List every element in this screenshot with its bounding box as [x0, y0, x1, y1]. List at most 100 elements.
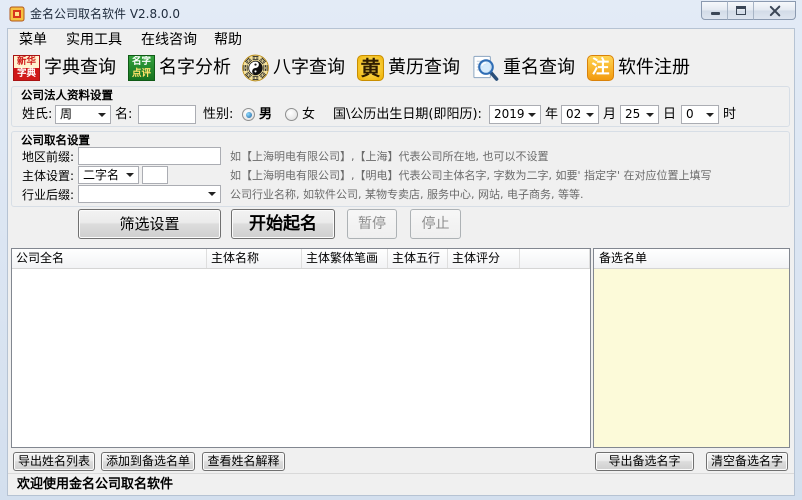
- maximize-icon: [736, 6, 746, 15]
- year-unit-label: 年: [545, 107, 559, 122]
- toolbar-dictionary-label: 字典查询: [44, 57, 116, 78]
- industry-suffix-combobox[interactable]: [78, 185, 221, 203]
- toolbar-almanac-button[interactable]: 黄 黄历查询: [356, 53, 460, 83]
- toolbar-bazi-button[interactable]: 八字查询: [241, 53, 345, 83]
- maximize-button[interactable]: [727, 1, 754, 20]
- toolbar-name-analysis-label: 名字分析: [159, 57, 231, 78]
- menu-item-menu[interactable]: 菜单: [17, 31, 49, 49]
- toolbar-almanac-label: 黄历查询: [388, 57, 460, 78]
- gender-label: 性别:: [203, 107, 234, 122]
- close-icon: [769, 5, 781, 17]
- region-prefix-label: 地区前缀:: [22, 150, 75, 164]
- given-name-label: 名:: [115, 107, 133, 122]
- menu-item-online-consult[interactable]: 在线咨询: [139, 31, 199, 49]
- birth-date-label: 国\公历出生日期(即阳历):: [333, 107, 482, 122]
- dictionary-icon-bottom-text: 字典: [14, 68, 39, 80]
- shortlist-panel[interactable]: 备选名单: [593, 248, 790, 448]
- toolbar-register-label: 软件注册: [618, 57, 690, 78]
- gender-radio-male[interactable]: 男: [242, 106, 272, 123]
- minimize-button[interactable]: [701, 1, 728, 20]
- export-name-list-button[interactable]: 导出姓名列表: [13, 452, 95, 471]
- app-logo-icon: [9, 6, 25, 22]
- add-to-shortlist-button[interactable]: 添加到备选名单: [101, 452, 195, 471]
- industry-suffix-hint: 公司行业名称, 如软件公司, 某物专卖店, 服务中心, 网站, 电子商务, 等等…: [230, 188, 584, 201]
- main-length-value: 二字名: [83, 168, 120, 182]
- clear-shortlist-button[interactable]: 清空备选名字: [706, 452, 788, 471]
- chevron-down-icon: [528, 113, 536, 117]
- filter-settings-button[interactable]: 筛选设置: [78, 209, 221, 239]
- pause-button[interactable]: 暂停: [347, 209, 397, 239]
- register-icon: 注: [586, 54, 615, 82]
- chevron-down-icon: [126, 173, 134, 177]
- name-review-icon-bottom-text: 点评: [131, 68, 151, 79]
- shortlist-header: 备选名单: [594, 249, 789, 269]
- dictionary-icon: 新华 字典: [12, 54, 41, 82]
- magnifier-icon: [471, 54, 500, 82]
- minimize-icon: [711, 12, 720, 15]
- legal-person-group-title: 公司法人资料设置: [21, 88, 113, 102]
- region-prefix-hint: 如【上海明电有限公司】,【上海】代表公司所在地, 也可以不设置: [230, 150, 549, 163]
- status-bar: 欢迎使用金名公司取名软件: [8, 473, 794, 495]
- column-header-main-name[interactable]: 主体名称: [207, 249, 302, 268]
- radio-circle: [242, 108, 255, 121]
- shortlist-body[interactable]: [594, 269, 789, 447]
- name-review-icon: 名字 点评: [127, 54, 156, 82]
- column-header-filler: [520, 249, 590, 268]
- chevron-down-icon: [586, 113, 594, 117]
- toolbar-register-button[interactable]: 注 软件注册: [586, 53, 690, 83]
- name-review-icon-top-text: 名字: [131, 56, 151, 67]
- results-table-body[interactable]: [12, 269, 590, 447]
- fixed-chars-input[interactable]: [142, 166, 168, 184]
- industry-suffix-label: 行业后缀:: [22, 188, 75, 202]
- bagua-icon: [241, 54, 270, 82]
- radio-circle: [285, 108, 298, 121]
- birth-month-value: 02: [566, 107, 582, 121]
- title-bar[interactable]: 金名公司取名软件 V2.8.0.0: [0, 0, 802, 28]
- birth-day-combobox[interactable]: 25: [620, 105, 659, 124]
- birth-month-combobox[interactable]: 02: [561, 105, 599, 124]
- surname-label: 姓氏:: [22, 107, 53, 122]
- gender-male-label: 男: [259, 107, 273, 122]
- results-table[interactable]: 公司全名 主体名称 主体繁体笔画 主体五行 主体评分: [11, 248, 591, 448]
- close-button[interactable]: [753, 1, 796, 20]
- main-setting-label: 主体设置:: [22, 169, 75, 183]
- menu-item-tools[interactable]: 实用工具: [64, 31, 124, 49]
- column-header-full-name[interactable]: 公司全名: [12, 249, 207, 268]
- birth-day-value: 25: [625, 107, 641, 121]
- birth-year-combobox[interactable]: 2019: [489, 105, 541, 124]
- status-text: 欢迎使用金名公司取名软件: [17, 477, 174, 492]
- toolbar-duplicate-name-button[interactable]: 重名查询: [471, 53, 575, 83]
- given-name-input[interactable]: [138, 105, 196, 124]
- birth-year-value: 2019: [494, 107, 525, 121]
- start-naming-button[interactable]: 开始起名: [231, 209, 335, 239]
- stop-button[interactable]: 停止: [410, 209, 461, 239]
- gender-female-label: 女: [302, 107, 316, 122]
- window-title: 金名公司取名软件 V2.8.0.0: [30, 7, 181, 21]
- chevron-down-icon: [208, 192, 216, 196]
- column-header-traditional-strokes[interactable]: 主体繁体笔画: [302, 249, 388, 268]
- menu-item-help[interactable]: 帮助: [212, 31, 244, 49]
- toolbar-bazi-label: 八字查询: [273, 57, 345, 78]
- export-shortlist-button[interactable]: 导出备选名字: [595, 452, 694, 471]
- toolbar-duplicate-name-label: 重名查询: [503, 57, 575, 78]
- main-setting-hint: 如【上海明电有限公司】,【明电】代表公司主体名字, 字数为二字, 如要' 指定字…: [230, 169, 712, 182]
- chevron-down-icon: [706, 113, 714, 117]
- birth-hour-value: 0: [686, 107, 694, 121]
- column-header-five-elements[interactable]: 主体五行: [388, 249, 448, 268]
- almanac-icon-text: 黄: [357, 55, 384, 81]
- chevron-down-icon: [98, 113, 106, 117]
- toolbar-name-analysis-button[interactable]: 名字 点评 名字分析: [127, 53, 231, 83]
- chevron-down-icon: [646, 113, 654, 117]
- surname-value: 周: [60, 107, 73, 121]
- main-length-combobox[interactable]: 二字名: [78, 166, 139, 184]
- toolbar-dictionary-button[interactable]: 新华 字典 字典查询: [12, 53, 116, 83]
- region-prefix-input[interactable]: [78, 147, 221, 165]
- dictionary-icon-top-text: 新华: [14, 56, 39, 68]
- surname-combobox[interactable]: 周: [55, 105, 111, 124]
- month-unit-label: 月: [603, 107, 617, 122]
- gender-radio-female[interactable]: 女: [285, 106, 315, 123]
- birth-hour-combobox[interactable]: 0: [681, 105, 719, 124]
- column-header-score[interactable]: 主体评分: [448, 249, 520, 268]
- view-name-explanation-button[interactable]: 查看姓名解释: [202, 452, 285, 471]
- register-icon-text: 注: [587, 55, 614, 81]
